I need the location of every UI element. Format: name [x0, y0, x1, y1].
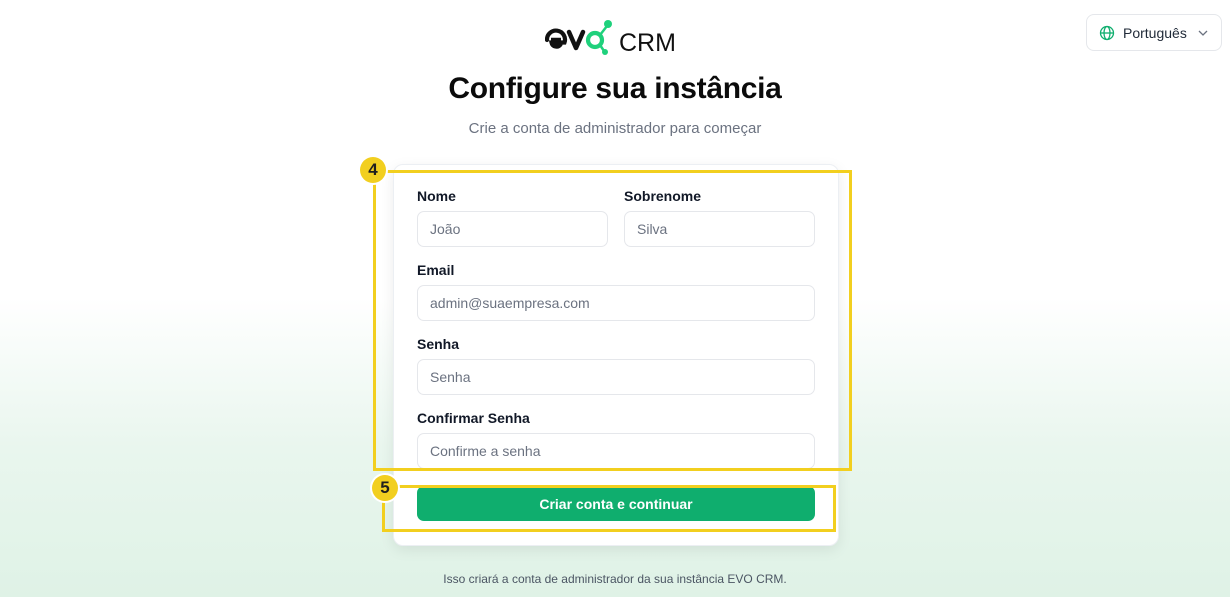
evo-crm-logo: CRM — [545, 20, 676, 56]
last-name-input[interactable] — [624, 211, 815, 247]
create-account-button[interactable]: Criar conta e continuar — [417, 486, 815, 521]
annotation-badge-5: 5 — [372, 475, 398, 501]
email-label: Email — [417, 262, 455, 278]
annotation-badge-4: 4 — [360, 157, 386, 183]
logo-product-text: CRM — [619, 29, 676, 56]
page-title: Configure sua instância — [448, 72, 782, 105]
password-input[interactable] — [417, 359, 815, 395]
brand-logo: CRM — [0, 16, 1230, 56]
footer-note: Isso criará a conta de administrador da … — [443, 572, 787, 586]
password-label: Senha — [417, 336, 460, 352]
last-name-label: Sobrenome — [624, 188, 702, 204]
confirm-password-label: Confirmar Senha — [417, 410, 530, 426]
page-subtitle: Crie a conta de administrador para começ… — [468, 120, 762, 137]
confirm-password-input[interactable] — [417, 433, 815, 469]
email-input[interactable] — [417, 285, 815, 321]
first-name-label: Nome — [417, 188, 456, 204]
first-name-input[interactable] — [417, 211, 608, 247]
